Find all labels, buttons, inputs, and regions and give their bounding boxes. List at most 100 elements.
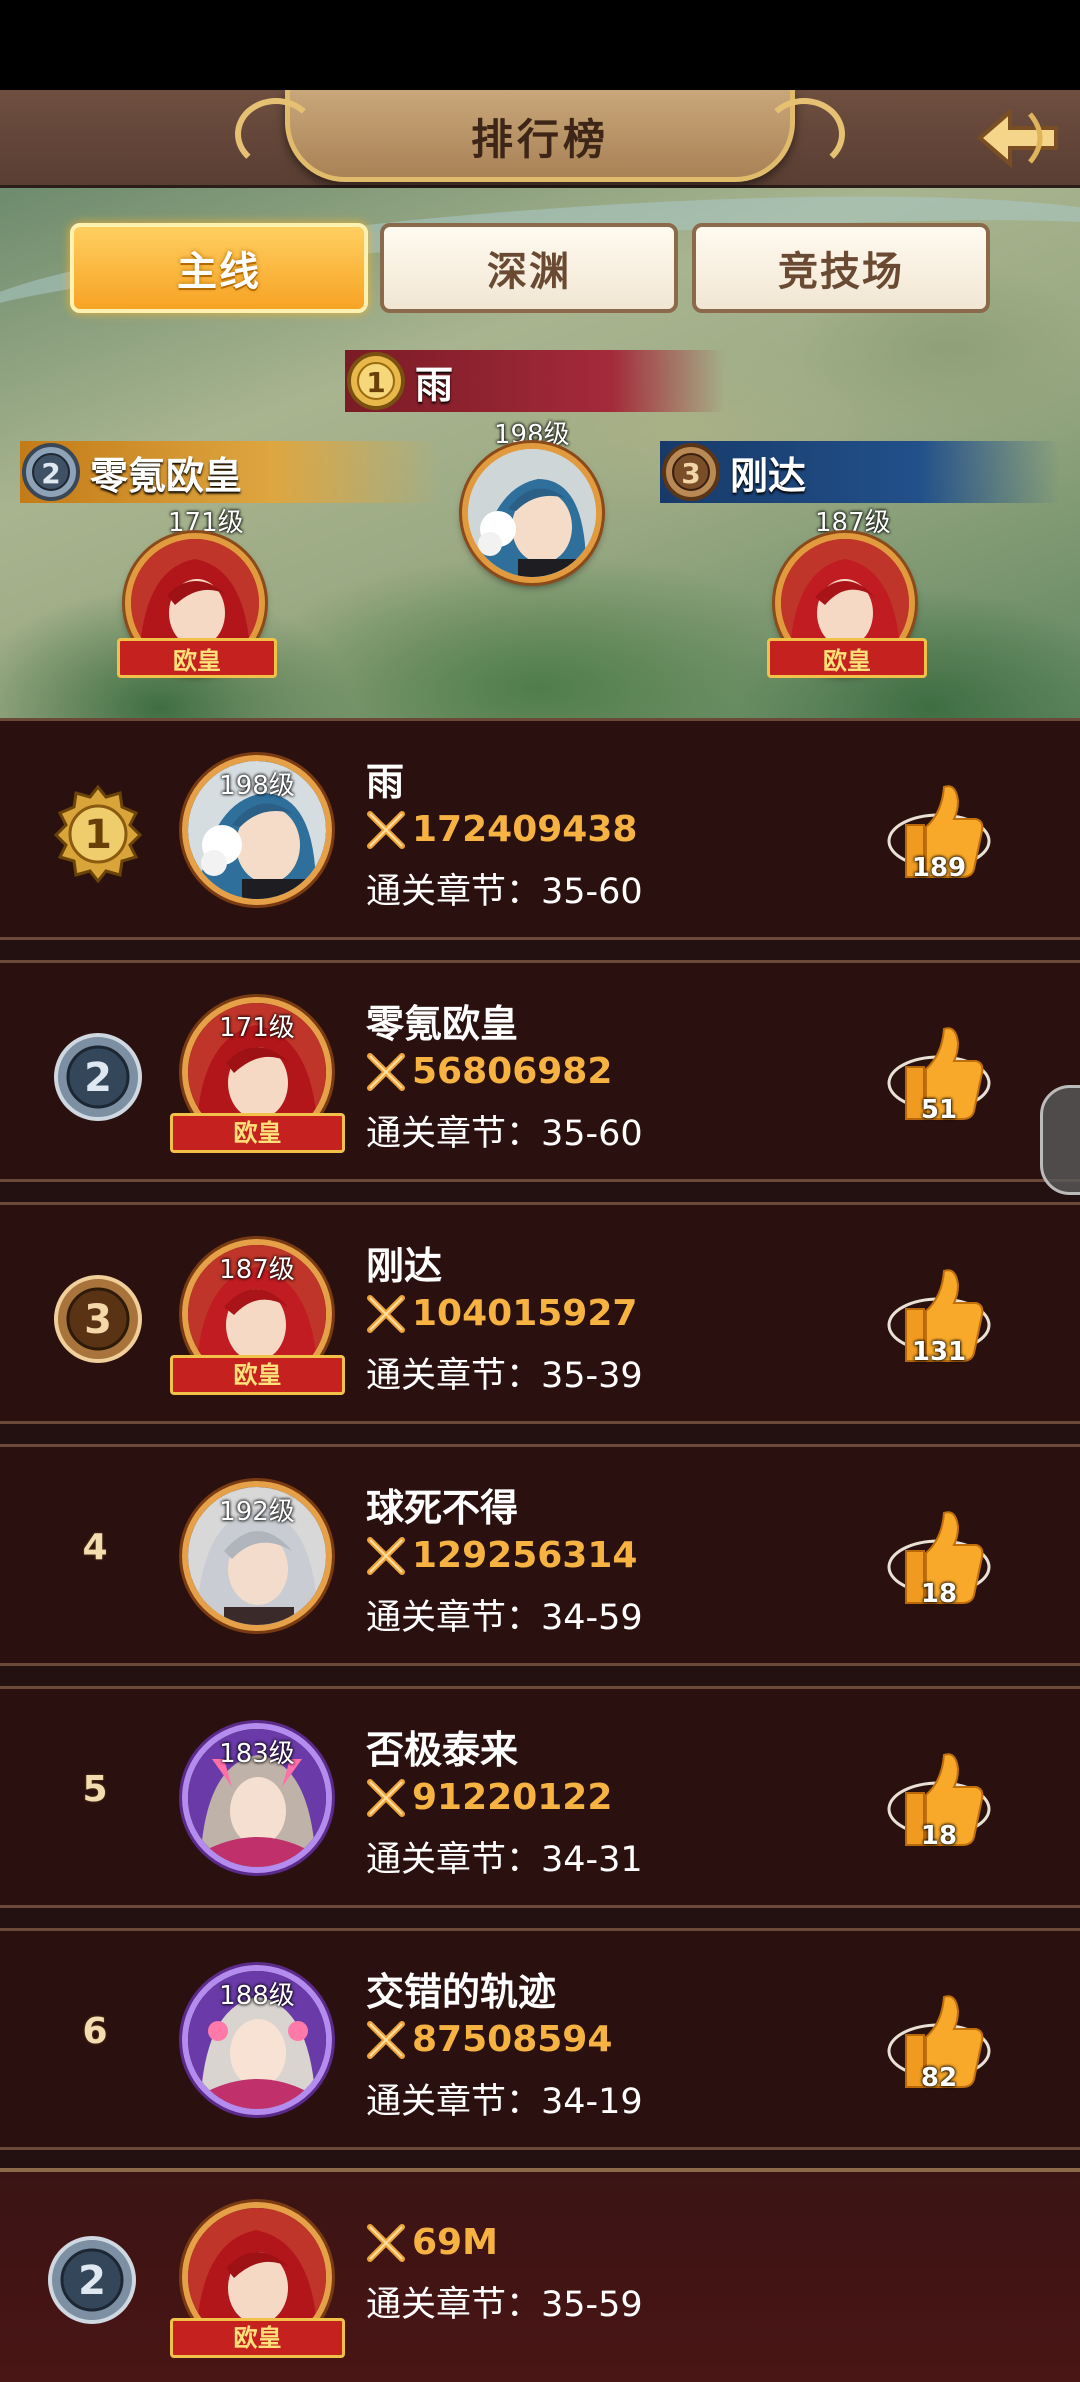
ranking-list[interactable]: 1 198级 雨 172409438 通关章节：35-60 189 2 171级… xyxy=(0,718,1080,2168)
gold-rank-medal-icon: 1 xyxy=(53,784,143,883)
tab-main[interactable]: 主线 xyxy=(70,223,368,313)
rank-number: 4 xyxy=(82,1527,108,1568)
my-rank-row: 2 欧皇 69M 通关章节：35-59 xyxy=(0,2168,1080,2382)
chapter-progress: 通关章节：34-19 xyxy=(366,2082,643,2122)
chapter-progress: 通关章节：35-39 xyxy=(366,1356,643,1396)
like-count: 131 xyxy=(911,1337,967,1367)
podium-second-badge: 欧皇 xyxy=(117,638,277,678)
title-badge: 欧皇 xyxy=(170,2318,345,2358)
avatar[interactable]: 183级 xyxy=(182,1723,332,1873)
like-button[interactable]: 18 xyxy=(884,1499,994,1619)
chapter-progress: 通关章节：35-60 xyxy=(366,1114,643,1154)
title-badge: 欧皇 xyxy=(170,1355,345,1395)
podium-banner: 主线 深渊 竞技场 1 雨 2 零氪欧皇 3 刚达 198级 171级 欧皇 1… xyxy=(0,188,1080,718)
chapter-progress: 通关章节：34-59 xyxy=(366,1598,643,1638)
side-drawer-handle[interactable] xyxy=(1040,1085,1080,1195)
bronze-medal-icon: 3 xyxy=(662,443,720,501)
player-name: 球死不得 xyxy=(366,1486,519,1530)
silver-rank-medal-icon: 2 xyxy=(54,1033,142,1121)
silver-rank-medal-icon: 2 xyxy=(48,2236,136,2324)
svg-text:3: 3 xyxy=(681,457,700,490)
like-count: 82 xyxy=(920,2063,958,2093)
rank-number: 5 xyxy=(82,1769,108,1810)
power-display: 104015927 xyxy=(366,1293,637,1334)
podium-third-badge: 欧皇 xyxy=(767,638,927,678)
power-display: 56806982 xyxy=(366,1051,612,1092)
crossed-swords-icon xyxy=(367,2223,405,2262)
power-display: 91220122 xyxy=(366,1777,612,1818)
svg-text:2: 2 xyxy=(78,2258,106,2304)
player-name: 雨 xyxy=(366,760,405,804)
like-count: 18 xyxy=(920,1821,958,1851)
podium-first-avatar[interactable] xyxy=(462,443,602,583)
svg-text:3: 3 xyxy=(84,1297,112,1343)
player-name: 刚达 xyxy=(366,1244,443,1288)
chapter-progress: 通关章节：35-60 xyxy=(366,872,643,912)
ranking-row[interactable]: 3 187级 欧皇 刚达 104015927 通关章节：35-39 131 xyxy=(0,1202,1080,1424)
avatar-level: 188级 xyxy=(219,1981,295,2011)
ranking-row[interactable]: 6 188级 交错的轨迹 87508594 通关章节：34-19 82 xyxy=(0,1928,1080,2150)
crossed-swords-icon xyxy=(367,1778,405,1817)
power-value: 172409438 xyxy=(412,809,638,850)
tab-bar: 主线 深渊 竞技场 xyxy=(70,223,994,313)
power-display: 129256314 xyxy=(366,1535,637,1576)
power-value: 104015927 xyxy=(412,1293,638,1334)
status-bar xyxy=(0,0,1080,90)
ranking-row[interactable]: 4 192级 球死不得 129256314 通关章节：34-59 18 xyxy=(0,1444,1080,1666)
crossed-swords-icon xyxy=(367,810,405,849)
power-display: 172409438 xyxy=(366,809,637,850)
avatar-level: 187级 xyxy=(219,1255,295,1285)
chapter-progress: 通关章节：34-31 xyxy=(366,1840,643,1880)
ranking-row[interactable]: 5 183级 否极泰来 91220122 通关章节：34-31 18 xyxy=(0,1686,1080,1908)
like-count: 51 xyxy=(920,1095,958,1125)
page-title: 排行榜 xyxy=(470,115,609,164)
avatar-level: 171级 xyxy=(219,1013,295,1043)
podium-first-bar: 1 雨 xyxy=(345,350,725,412)
power-value: 129256314 xyxy=(412,1535,638,1576)
like-count: 189 xyxy=(911,853,967,883)
like-button[interactable]: 131 xyxy=(884,1257,994,1377)
avatar-level: 198级 xyxy=(219,771,295,801)
back-arrow-icon[interactable] xyxy=(970,94,1066,182)
like-button[interactable]: 51 xyxy=(884,1015,994,1135)
header: 排行榜 xyxy=(0,90,1080,188)
podium-third-bar: 3 刚达 xyxy=(660,441,1060,503)
ranking-row[interactable]: 2 171级 欧皇 零氪欧皇 56806982 通关章节：35-60 51 xyxy=(0,960,1080,1182)
like-button[interactable]: 189 xyxy=(884,773,994,893)
crossed-swords-icon xyxy=(367,1294,405,1333)
my-power-display: 69M xyxy=(366,2222,498,2263)
tab-arena[interactable]: 竞技场 xyxy=(692,223,990,313)
avatar-level: 183级 xyxy=(219,1739,295,1769)
svg-text:1: 1 xyxy=(366,366,385,399)
crossed-swords-icon xyxy=(367,2020,405,2059)
like-button[interactable]: 18 xyxy=(884,1741,994,1861)
avatar[interactable]: 198级 xyxy=(182,755,332,905)
svg-text:2: 2 xyxy=(41,457,60,490)
svg-text:1: 1 xyxy=(84,812,112,858)
power-value: 91220122 xyxy=(412,1777,613,1818)
power-display: 87508594 xyxy=(366,2019,612,2060)
title-badge: 欧皇 xyxy=(170,1113,345,1153)
silver-medal-icon: 2 xyxy=(22,443,80,501)
tab-abyss[interactable]: 深渊 xyxy=(380,223,678,313)
avatar[interactable]: 192级 xyxy=(182,1481,332,1631)
my-chapter-progress: 通关章节：35-59 xyxy=(366,2285,643,2325)
avatar-level: 192级 xyxy=(219,1497,295,1527)
like-count: 18 xyxy=(920,1579,958,1609)
crossed-swords-icon xyxy=(367,1536,405,1575)
crossed-swords-icon xyxy=(367,1052,405,1091)
podium-second-bar: 2 零氪欧皇 xyxy=(20,441,440,503)
player-name: 否极泰来 xyxy=(366,1728,519,1772)
gold-medal-icon: 1 xyxy=(347,352,405,410)
svg-text:2: 2 xyxy=(84,1055,112,1101)
title-plaque: 排行榜 xyxy=(235,90,845,182)
player-name: 交错的轨迹 xyxy=(366,1970,557,2014)
power-value: 56806982 xyxy=(412,1051,613,1092)
blue-hair-character-portrait xyxy=(468,449,596,577)
power-value: 87508594 xyxy=(412,2019,613,2060)
ranking-row[interactable]: 1 198级 雨 172409438 通关章节：35-60 189 xyxy=(0,718,1080,940)
like-button[interactable]: 82 xyxy=(884,1983,994,2103)
player-name: 零氪欧皇 xyxy=(366,1002,519,1046)
avatar[interactable]: 188级 xyxy=(182,1965,332,2115)
rank-number: 6 xyxy=(82,2011,108,2052)
